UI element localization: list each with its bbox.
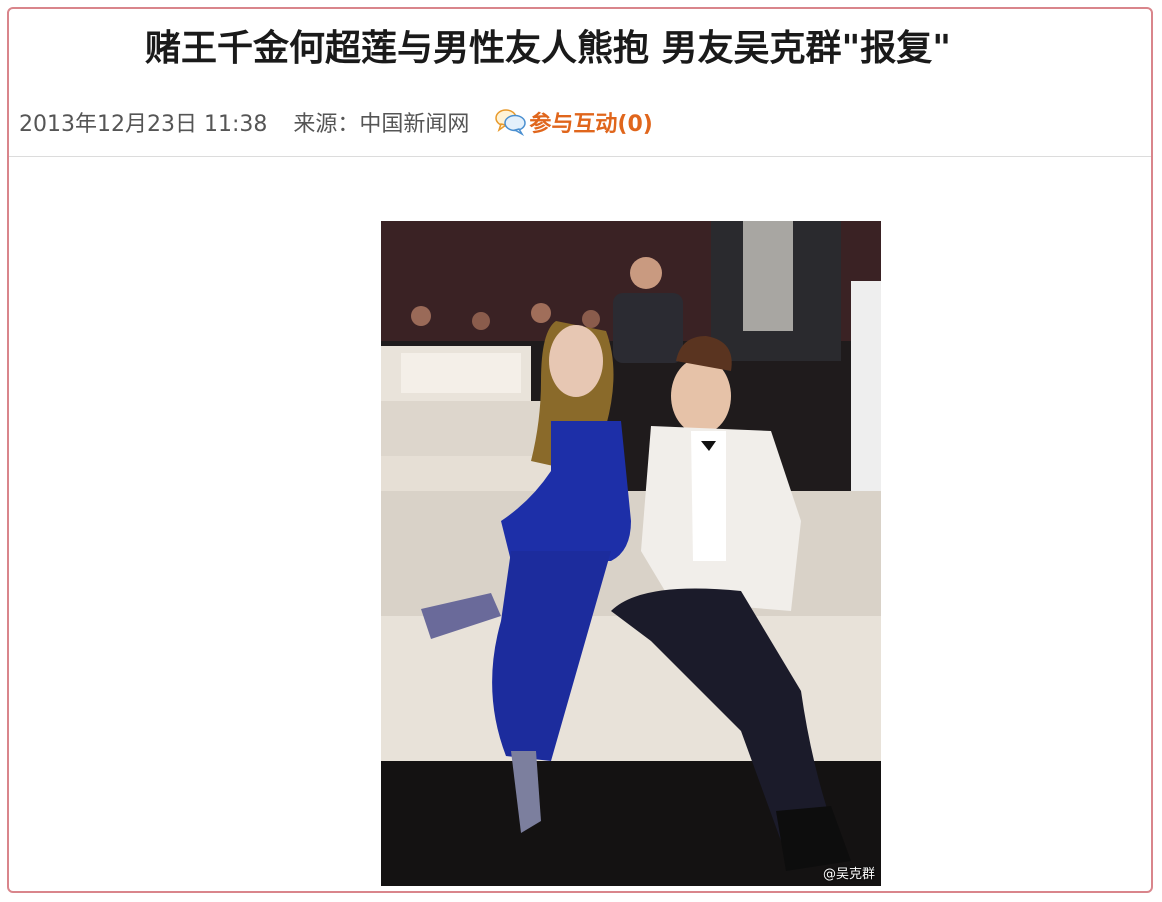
article-frame: 赌王千金何超莲与男性友人熊抱 男友吴克群"报复" 2013年12月23日 11:…	[7, 7, 1153, 893]
photo-watermark: @吴克群	[822, 867, 875, 882]
photo-illustration	[381, 221, 881, 886]
source-label: 来源：	[293, 112, 360, 137]
article-title: 赌王千金何超莲与男性友人熊抱 男友吴克群"报复"	[145, 28, 952, 69]
publish-date: 2013年12月23日 11:38	[19, 112, 268, 137]
article-photo: @吴克群	[381, 221, 881, 886]
speech-bubble-icon	[495, 109, 527, 136]
interact-label: 参与互动(0)	[529, 112, 653, 137]
interact-link[interactable]: 参与互动(0)	[495, 106, 653, 138]
source-name: 中国新闻网	[359, 112, 470, 137]
article-meta: 2013年12月23日 11:38 来源： 中国新闻网 参与互动(0)	[19, 105, 653, 139]
header-divider	[9, 156, 1151, 157]
